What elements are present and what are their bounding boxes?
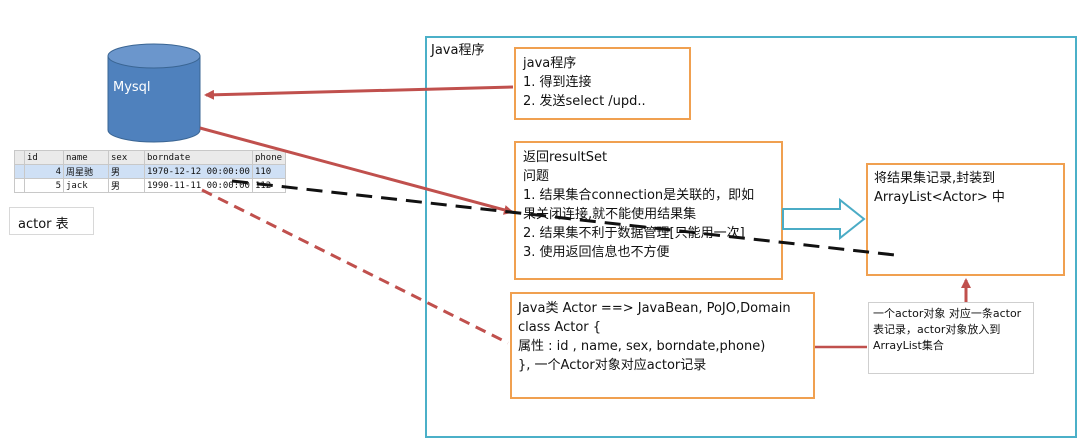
cell-id: 4 xyxy=(24,164,64,179)
problem-3: 3. 使用返回信息也不方便 xyxy=(523,245,670,260)
problems-heading: 问题 xyxy=(523,169,550,184)
cell-name: jack xyxy=(63,178,109,193)
resultset-title: 返回resultSet xyxy=(523,150,608,165)
actor-object-note: 一个actor对象 对应一条actor 表记录，actor对象放入到 Array… xyxy=(868,302,1034,374)
column-header-sex: sex xyxy=(108,150,145,165)
cell-sex: 男 xyxy=(108,178,145,193)
arraylist-line-2: ArrayList<Actor> 中 xyxy=(874,190,1005,205)
problem-1-line-1: 1. 结果集合connection是关联的，即如 xyxy=(523,188,755,203)
column-header-borndate: borndate xyxy=(144,150,253,165)
cell-sex: 男 xyxy=(108,164,145,179)
cell-phone: 112 xyxy=(251,178,286,193)
java-program-title: java程序 xyxy=(523,56,577,71)
arraylist-box: 将结果集记录,封装到 ArrayList<Actor> 中 xyxy=(866,163,1065,276)
actor-class-line-4: }, 一个Actor对象对应actor记录 xyxy=(518,358,707,373)
actor-class-line-2: class Actor { xyxy=(518,320,602,335)
actor-table: id name sex borndate phone 4 周星驰 男 1970-… xyxy=(14,150,286,193)
note-line-1: 一个actor对象 对应一条actor xyxy=(873,307,1022,320)
problem-2: 2. 结果集不利于数据管理[只能用一次] xyxy=(523,226,745,241)
row-checkbox[interactable] xyxy=(14,164,25,179)
column-header-name: name xyxy=(63,150,109,165)
row-checkbox[interactable] xyxy=(14,150,25,165)
actor-class-line-3: 属性 : id , name, sex, borndate,phone) xyxy=(518,339,766,354)
step-send-sql: 2. 发送select /upd.. xyxy=(523,94,646,109)
column-header-phone: phone xyxy=(251,150,286,165)
note-line-3: ArrayList集合 xyxy=(873,339,944,352)
actor-class-line-1: Java类 Actor ==> JavaBean, PoJO,Domain xyxy=(518,301,791,316)
actor-class-box: Java类 Actor ==> JavaBean, PoJO,Domain cl… xyxy=(510,292,815,399)
table-header-row: id name sex borndate phone xyxy=(14,150,286,165)
mysql-label: Mysql xyxy=(113,80,151,95)
cell-borndate: 1990-11-11 00:00:00 xyxy=(144,178,253,193)
row-checkbox[interactable] xyxy=(14,178,25,193)
arraylist-line-1: 将结果集记录,封装到 xyxy=(874,171,996,186)
resultset-problems-box: 返回resultSet 问题 1. 结果集合connection是关联的，即如 … xyxy=(514,141,783,280)
column-header-id: id xyxy=(24,150,64,165)
table-row[interactable]: 4 周星驰 男 1970-12-12 00:00:00 110 xyxy=(14,164,286,179)
java-program-box: java程序 1. 得到连接 2. 发送select /upd.. xyxy=(514,47,691,120)
cell-phone: 110 xyxy=(251,164,286,179)
cell-name: 周星驰 xyxy=(63,164,109,179)
note-line-2: 表记录，actor对象放入到 xyxy=(873,323,1001,336)
cell-id: 5 xyxy=(24,178,64,193)
table-row[interactable]: 5 jack 男 1990-11-11 00:00:00 112 xyxy=(14,178,286,193)
step-get-connection: 1. 得到连接 xyxy=(523,75,592,90)
problem-1-line-2: 果关闭连接,就不能使用结果集 xyxy=(523,207,697,222)
cell-borndate: 1970-12-12 00:00:00 xyxy=(144,164,253,179)
actor-table-caption: actor 表 xyxy=(9,207,94,235)
